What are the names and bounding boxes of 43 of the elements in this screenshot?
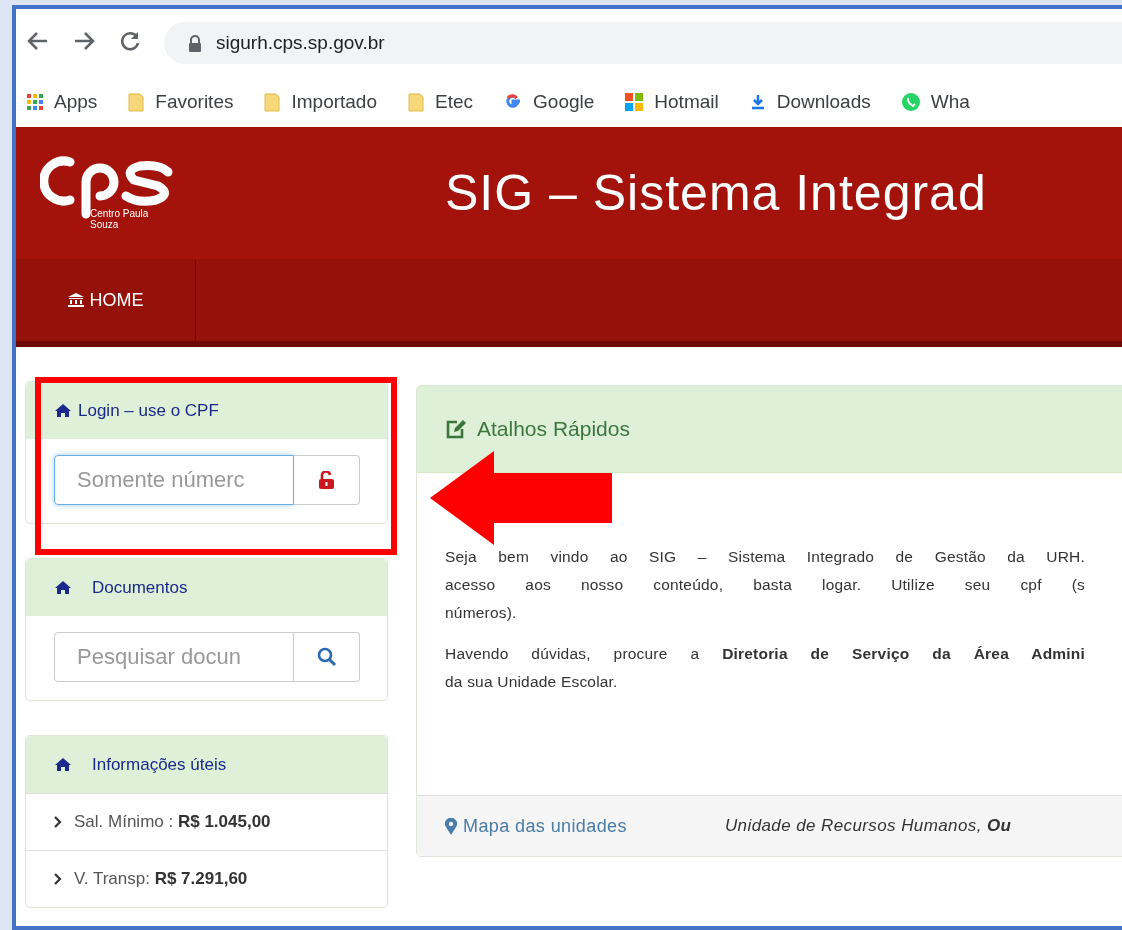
apps-grid-icon bbox=[26, 93, 44, 111]
folder-icon bbox=[407, 92, 425, 112]
info-text: V. Transp: R$ 7.291,60 bbox=[74, 869, 248, 889]
bookmark-item[interactable]: Apps bbox=[26, 91, 98, 113]
address-bar[interactable]: sigurh.cps.sp.gov.br bbox=[164, 22, 1122, 64]
login-button[interactable] bbox=[294, 455, 360, 505]
search-button[interactable] bbox=[294, 632, 360, 682]
unlock-icon bbox=[317, 471, 336, 489]
bookmark-item[interactable]: Importado bbox=[263, 91, 377, 113]
chevron-icon bbox=[54, 816, 62, 828]
panel-title: Documentos bbox=[92, 577, 188, 598]
map-link[interactable]: Mapa das unidades bbox=[445, 815, 627, 837]
chevron-icon bbox=[54, 873, 62, 885]
folder-icon bbox=[263, 92, 282, 112]
house-icon bbox=[54, 757, 72, 772]
bank-icon bbox=[67, 293, 84, 307]
footer-text: Unidade de Recursos Humanos, Ou bbox=[724, 816, 1012, 836]
bookmark-item[interactable]: Favorites bbox=[127, 91, 234, 113]
house-icon bbox=[54, 403, 72, 418]
bookmark-item[interactable]: Etec bbox=[407, 91, 474, 113]
search-field[interactable]: Pesquisar docun bbox=[54, 632, 294, 682]
info-text: Sal. Mínimo : R$ 1.045,00 bbox=[74, 812, 271, 832]
lock-icon bbox=[188, 34, 202, 52]
house-icon bbox=[54, 580, 72, 595]
map-pin-icon bbox=[445, 817, 457, 835]
panel-title: Informações úteis bbox=[92, 754, 227, 775]
cpf-field[interactable]: Somente númerc bbox=[54, 455, 294, 505]
search-icon bbox=[316, 647, 337, 667]
bookmark-item[interactable]: Google bbox=[503, 91, 595, 113]
bookmark-item[interactable]: Downloads bbox=[748, 91, 871, 113]
url-text: sigurh.cps.sp.gov.br bbox=[216, 32, 385, 54]
bookmark-item[interactable]: Hotmail bbox=[624, 91, 719, 113]
body-paragraph: Seja bem vindo ao SIG – Sistema Integrado de Gestão da URH. acesso aos nosso conteúdo, basta logar. Utilize seu cpf (s números). bbox=[445, 547, 1086, 623]
edit-icon bbox=[445, 419, 467, 439]
bookmark-item[interactable]: Wha bbox=[900, 91, 970, 113]
tiles-icon bbox=[624, 92, 645, 112]
logo-caption: Centro Paula Souza bbox=[90, 208, 150, 230]
site-title: SIG – Sistema Integrad bbox=[445, 164, 987, 222]
panel-title: Login – use o CPF bbox=[78, 400, 219, 421]
chat-bubble-icon bbox=[900, 92, 921, 112]
folder-icon bbox=[127, 92, 146, 112]
body-paragraph: Havendo dúvidas, procure a Diretoria de Serviço da Área Admini da sua Unidade Escolar. bbox=[445, 644, 1086, 692]
panel-title: Atalhos Rápidos bbox=[477, 417, 630, 441]
